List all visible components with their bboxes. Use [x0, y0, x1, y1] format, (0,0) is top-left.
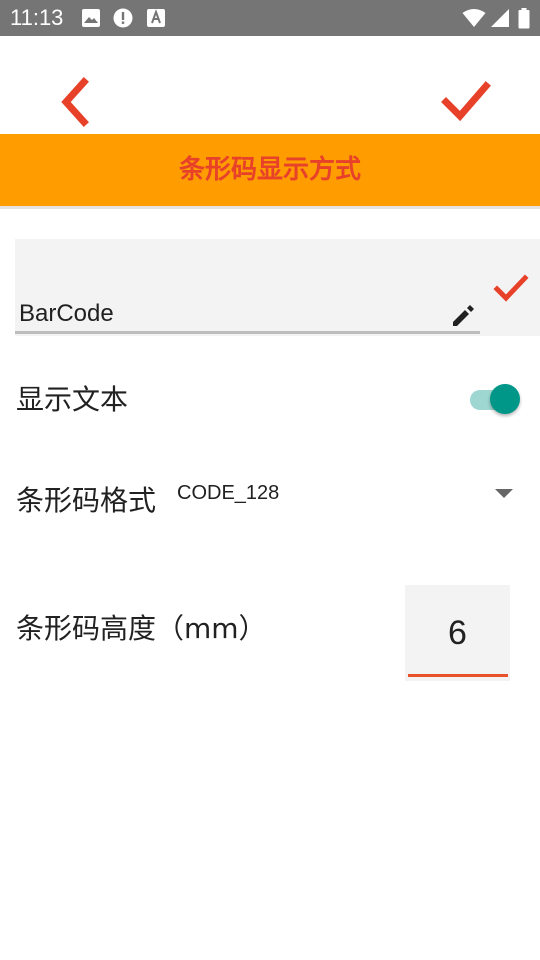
wifi-icon	[462, 9, 486, 27]
alert-icon	[113, 8, 133, 28]
show-text-label: 显示文本	[16, 383, 129, 416]
barcode-format-select[interactable]: CODE_128	[177, 482, 279, 505]
signal-icon	[491, 9, 509, 27]
battery-icon	[518, 8, 530, 29]
barcode-height-label: 条形码高度（mm）	[16, 612, 267, 645]
title-bar: 条形码显示方式	[0, 134, 540, 209]
show-text-switch[interactable]	[466, 382, 522, 416]
barcode-height-field	[405, 585, 510, 681]
confirm-button[interactable]	[440, 78, 492, 124]
dropdown-arrow-icon[interactable]	[495, 489, 513, 498]
back-button[interactable]	[50, 76, 98, 128]
switch-thumb	[490, 384, 520, 414]
pencil-icon[interactable]	[450, 303, 476, 329]
font-icon	[147, 9, 165, 27]
name-confirm-button[interactable]	[493, 273, 529, 305]
barcode-format-label: 条形码格式	[16, 484, 157, 517]
status-bar: 11:13	[0, 0, 540, 36]
toolbar	[0, 36, 540, 134]
height-field-underline	[408, 674, 508, 677]
barcode-height-input[interactable]	[405, 611, 510, 655]
barcode-name-input[interactable]	[19, 297, 439, 331]
barcode-name-field	[15, 239, 540, 336]
image-icon	[82, 9, 100, 27]
name-field-underline	[15, 331, 480, 334]
status-time: 11:13	[10, 5, 64, 30]
page-title: 条形码显示方式	[178, 155, 361, 185]
